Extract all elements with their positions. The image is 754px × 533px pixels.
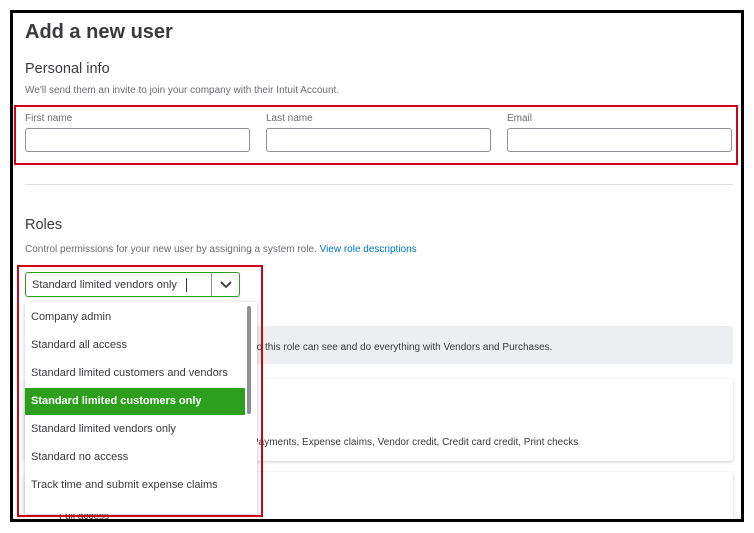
view-role-descriptions-link[interactable]: View role descriptions xyxy=(320,244,417,255)
personal-info-subtext: We'll send them an invite to join your c… xyxy=(25,85,340,96)
permissions-text: Payments, Expense claims, Vendor credit,… xyxy=(252,437,579,448)
roles-subtext-text: Control permissions for your new user by… xyxy=(25,244,317,255)
roles-heading: Roles xyxy=(25,217,63,233)
roles-subtext: Control permissions for your new user by… xyxy=(25,244,417,255)
personal-info-highlight xyxy=(14,105,738,165)
section-divider xyxy=(25,184,733,185)
role-dropdown-highlight xyxy=(17,265,263,517)
page-title: Add a new user xyxy=(25,21,173,43)
role-info-text: ed to this role can see and do everythin… xyxy=(240,342,553,353)
add-user-panel: Add a new user Personal info We'll send … xyxy=(10,10,744,522)
personal-info-heading: Personal info xyxy=(25,61,110,77)
